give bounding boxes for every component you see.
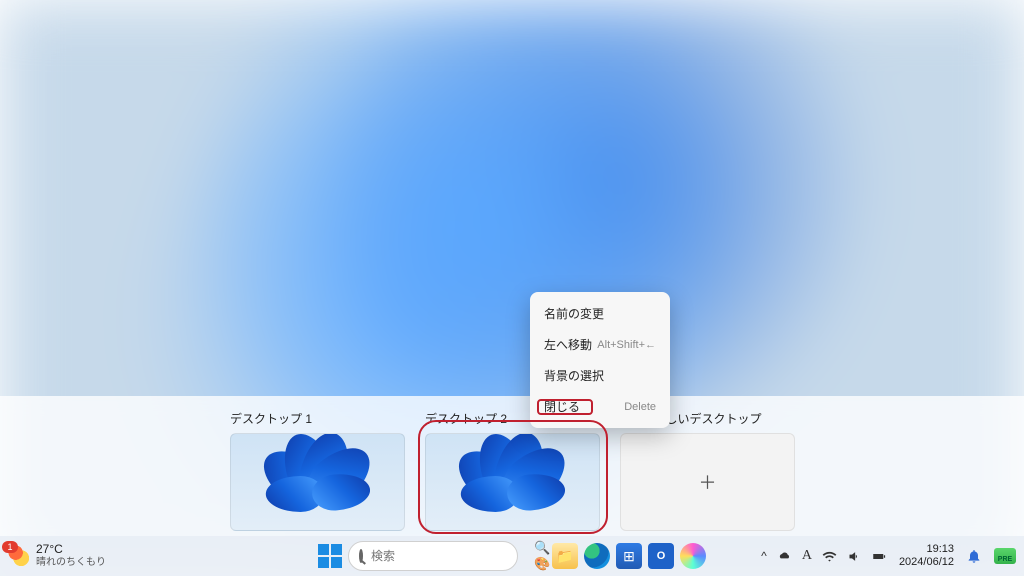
ime-indicator[interactable]: A <box>802 548 812 564</box>
virtual-desktop-2[interactable]: デスクトップ 2 <box>425 410 600 531</box>
volume-icon[interactable] <box>847 549 862 564</box>
menu-item-choose-background[interactable]: 背景の選択 <box>530 360 670 391</box>
new-desktop-thumbnail[interactable]: ＋ <box>620 433 795 531</box>
wifi-icon[interactable] <box>822 549 837 564</box>
outlook-icon[interactable]: O <box>648 543 674 569</box>
desktop-thumbnail[interactable] <box>230 433 405 531</box>
taskbar-center: 🔍🎨 📁 ⊞ O <box>318 541 706 571</box>
menu-item-label: 背景の選択 <box>544 367 604 384</box>
virtual-desktop-1[interactable]: デスクトップ 1 <box>230 410 405 531</box>
edge-icon[interactable] <box>584 543 610 569</box>
task-view-button[interactable] <box>524 545 546 567</box>
desktop-thumbnail[interactable] <box>425 433 600 531</box>
taskbar: 27°C 晴れのちくもり 🔍🎨 📁 ⊞ O ^ A 19:13 2024/06/… <box>0 536 1024 576</box>
menu-item-label: 名前の変更 <box>544 305 604 322</box>
system-tray[interactable]: ^ A <box>761 548 887 564</box>
bloom-wallpaper-icon <box>258 434 378 531</box>
desktop-context-menu: 名前の変更 左へ移動 Alt+Shift+← 背景の選択 閉じる Delete <box>530 292 670 428</box>
file-explorer-icon[interactable]: 📁 <box>552 543 578 569</box>
taskbar-clock[interactable]: 19:13 2024/06/12 <box>899 543 954 569</box>
clock-date: 2024/06/12 <box>899 556 954 569</box>
notifications-icon[interactable] <box>966 548 982 564</box>
menu-item-move-left[interactable]: 左へ移動 Alt+Shift+← <box>530 329 670 360</box>
menu-item-label: 左へ移動 <box>544 336 592 353</box>
battery-icon[interactable] <box>872 549 887 564</box>
microsoft-store-icon[interactable]: ⊞ <box>616 543 642 569</box>
desktop-label: デスクトップ 1 <box>230 410 405 427</box>
plus-icon: ＋ <box>699 469 717 495</box>
dev-channel-badge[interactable]: PRE <box>994 548 1016 564</box>
task-view-strip: デスクトップ 1 デスクトップ 2 新しいデスクトップ ＋ <box>0 396 1024 536</box>
menu-item-label: 閉じる <box>544 398 580 415</box>
onedrive-icon[interactable] <box>777 549 792 564</box>
menu-item-rename[interactable]: 名前の変更 <box>530 298 670 329</box>
taskbar-search[interactable]: 🔍🎨 <box>348 541 518 571</box>
copilot-icon[interactable] <box>680 543 706 569</box>
clock-time: 19:13 <box>926 543 954 556</box>
taskbar-right: ^ A 19:13 2024/06/12 PRE <box>761 543 1016 569</box>
menu-item-close[interactable]: 閉じる Delete <box>530 391 670 422</box>
menu-item-shortcut: Delete <box>624 401 656 413</box>
taskbar-weather-widget[interactable]: 27°C 晴れのちくもり <box>8 543 106 569</box>
search-input[interactable] <box>371 549 526 563</box>
menu-item-shortcut: Alt+Shift+← <box>597 339 656 351</box>
tray-chevron-up-icon[interactable]: ^ <box>761 549 767 563</box>
new-desktop-button[interactable]: 新しいデスクトップ ＋ <box>620 410 795 531</box>
weather-temp: 27°C <box>36 543 106 556</box>
weather-desc: 晴れのちくもり <box>36 556 106 569</box>
weather-icon <box>8 545 30 567</box>
bloom-wallpaper-icon <box>453 434 573 531</box>
search-icon <box>359 549 363 563</box>
start-button[interactable] <box>318 544 342 568</box>
